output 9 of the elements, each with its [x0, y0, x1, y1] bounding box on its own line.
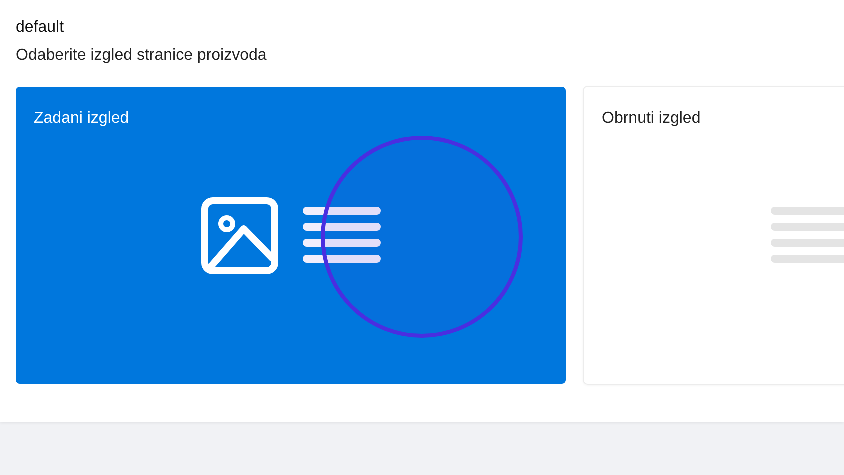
card-label: Obrnuti izgled [602, 109, 701, 129]
layout-option-card[interactable]: Zadani izgled [16, 87, 566, 384]
section-description: Odaberite izgled stranice proizvoda [16, 46, 268, 66]
text-lines-icon [303, 206, 381, 264]
layout-option-card[interactable]: Obrnuti izgled [584, 87, 844, 384]
card-label: Zadani izgled [34, 109, 130, 129]
image-icon [201, 196, 279, 274]
section-title: default [16, 18, 66, 38]
text-lines-icon [771, 206, 844, 264]
